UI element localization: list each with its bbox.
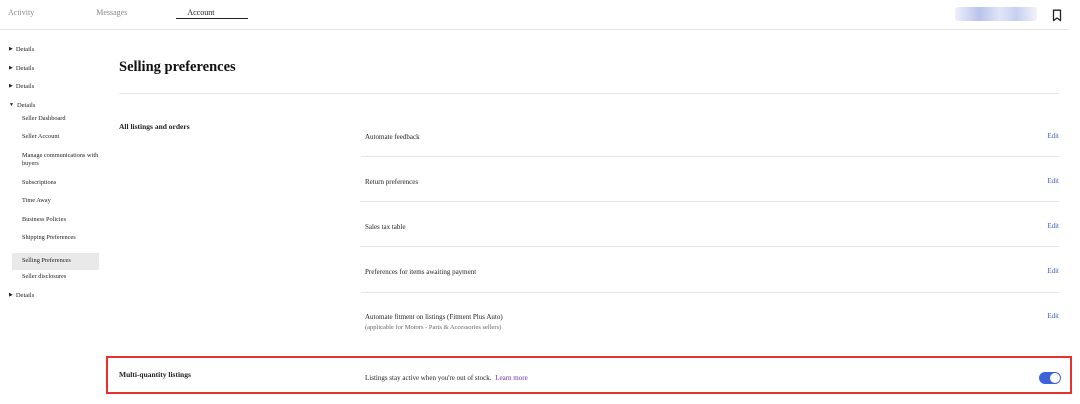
title-divider [119,93,1059,94]
user-profile-redacted [955,7,1037,21]
sidebar-item-seller-disclosures[interactable]: Seller disclosures [9,270,99,289]
sidebar-item-subscriptions[interactable]: Subscriptions [9,179,99,198]
caret-right-icon: ▶ [9,292,13,298]
pref-row-return-preferences: Return preferences Edit [361,170,1059,202]
sidebar-item-seller-account[interactable]: Seller Account [9,133,99,152]
edit-link[interactable]: Edit [1047,177,1059,185]
tab-activity[interactable]: Activity [6,8,36,25]
sidebar-item-manage-communications[interactable]: Manage communications with buyers [9,152,99,179]
edit-link[interactable]: Edit [1047,267,1059,275]
caret-down-icon: ▼ [9,102,14,108]
sidebar-item-business-policies[interactable]: Business Policies [9,216,99,235]
top-divider [0,29,1068,30]
sidebar-group-details-expanded[interactable]: ▼ Details [9,102,99,115]
section-label-all-listings: All listings and orders [119,122,190,131]
sidebar-item-shipping-preferences[interactable]: Shipping Preferences [9,234,99,253]
multi-quantity-description: Listings stay active when you're out of … [365,374,528,382]
multi-quantity-description-text: Listings stay active when you're out of … [365,374,492,382]
account-tabs: Activity Messages Account [6,8,274,25]
sidebar-group-details-1[interactable]: ▶ Details [9,46,99,65]
sidebar-group-details-3[interactable]: ▶ Details [9,83,99,102]
sidebar-group-label: Details [15,291,35,299]
pref-label: Automate fitment on listings (Fitment Pl… [365,313,503,321]
active-tab-underline [176,18,248,19]
bookmark-icon[interactable] [1052,9,1062,22]
sidebar-item-time-away[interactable]: Time Away [9,197,99,216]
caret-right-icon: ▶ [9,47,13,52]
caret-right-icon: ▶ [9,84,13,89]
tab-account[interactable]: Account [187,8,216,25]
multi-quantity-toggle[interactable] [1039,372,1061,384]
row-divider [361,201,1059,202]
section-label-multi-quantity: Multi-quantity listings [119,370,191,379]
sidebar: ▶ Details ▶ Details ▶ Details ▼ Details … [9,46,99,310]
toggle-knob [1050,373,1060,383]
sidebar-group-details-2[interactable]: ▶ Details [9,65,99,84]
pref-row-automate-fitment: Automate fitment on listings (Fitment Pl… [361,305,1059,345]
sidebar-group-label: Details [15,64,35,72]
pref-label: Automate feedback [365,133,420,141]
edit-link[interactable]: Edit [1047,312,1059,320]
pref-row-sales-tax-table: Sales tax table Edit [361,215,1059,247]
tab-messages[interactable]: Messages [94,8,129,25]
pref-row-automate-feedback: Automate feedback Edit [361,125,1059,157]
pref-label: Return preferences [365,178,419,186]
caret-right-icon: ▶ [9,65,13,71]
pref-label: Sales tax table [365,223,406,231]
row-divider [361,246,1059,247]
sidebar-item-selling-preferences[interactable]: Selling Preferences [12,253,99,271]
top-nav-bar: Activity Messages Account [0,0,1080,30]
page-title: Selling preferences [119,59,236,75]
row-divider [361,156,1059,157]
multi-quantity-highlight [106,356,1072,394]
learn-more-link[interactable]: Learn more [495,374,527,382]
sidebar-group-label: Details [15,83,35,90]
edit-link[interactable]: Edit [1047,222,1059,230]
sidebar-group-details-4[interactable]: ▶ Details [9,292,99,311]
sidebar-item-seller-dashboard[interactable]: Seller Dashboard [9,115,99,134]
pref-row-awaiting-payment: Preferences for items awaiting payment E… [361,260,1059,293]
row-divider [361,292,1059,293]
pref-label: Preferences for items awaiting payment [365,268,477,276]
sidebar-group-label: Details [15,46,35,53]
edit-link[interactable]: Edit [1047,132,1059,140]
sidebar-group-label: Details [16,101,36,109]
pref-sublabel: (applicable for Motors - Parts & Accesso… [365,324,502,331]
